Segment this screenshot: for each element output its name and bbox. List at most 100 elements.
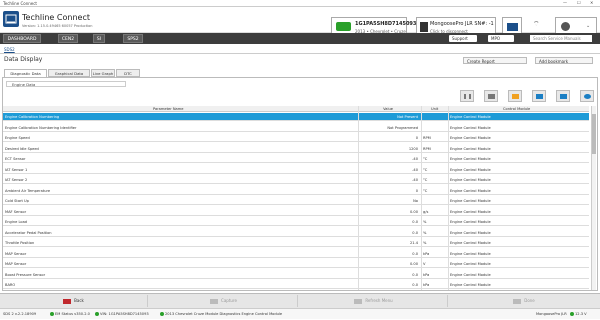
create-report-button[interactable]: Create Report: [463, 57, 527, 64]
cell-parameter-name: MAP Sensor: [5, 262, 27, 266]
table-row[interactable]: Engine Speed 0 RPM Engine Control Module: [3, 134, 589, 142]
cell-unit: °C: [423, 167, 428, 172]
cell-parameter-name: Desired Idle Speed: [5, 146, 39, 151]
header-unit[interactable]: Unit: [431, 106, 438, 112]
cell-parameter-name: Cold Start Up: [5, 199, 29, 203]
grid-header: Parameter Name Value Unit Control Module: [3, 106, 589, 112]
minimize-button[interactable]: —: [563, 0, 567, 5]
cell-control-module: Engine Control Module: [450, 230, 491, 235]
cell-value: 1200: [408, 146, 418, 151]
cell-value: 0.0: [412, 251, 418, 256]
cell-parameter-name: Accelerator Pedal Position: [5, 230, 52, 235]
done-label: Done: [524, 298, 535, 303]
tab-live-graph[interactable]: Live Graph: [91, 69, 115, 77]
cell-unit: kPa: [423, 283, 430, 287]
column-divider: [421, 106, 422, 290]
nav-si[interactable]: SI: [93, 34, 105, 43]
cell-value: 0.0: [412, 283, 418, 287]
cell-parameter-name: Throttle Position: [5, 241, 35, 245]
table-row[interactable]: MAP Sensor 0.0 kPa Engine Control Module: [3, 250, 589, 258]
header-control-module[interactable]: Control Module: [503, 106, 530, 112]
cell-control-module: Engine Control Module: [450, 136, 491, 140]
table-row[interactable]: IAT Sensor 1 -40 °C Engine Control Module: [3, 166, 589, 174]
cell-value: 0: [415, 136, 418, 140]
stop-button[interactable]: [484, 90, 498, 102]
table-row[interactable]: MAP Sensor 0.00 V Engine Control Module: [3, 260, 589, 268]
tab-dtc-display[interactable]: DTC Display: [116, 69, 140, 84]
device-icon: [420, 22, 428, 32]
close-button[interactable]: ✕: [590, 0, 593, 5]
window-title: Techline Connect: [3, 1, 37, 6]
app-title: Techline Connect: [22, 13, 90, 22]
breadcrumb[interactable]: SDS2: [4, 47, 15, 52]
table-row[interactable]: Accelerator Pedal Position 0.0% Engine Con…: [3, 229, 589, 237]
status-device: MongoosePro JLR: [536, 312, 567, 316]
support-dropdown[interactable]: Support: [449, 35, 477, 42]
move-up-button[interactable]: [532, 90, 546, 102]
scrollbar-thumb[interactable]: [592, 114, 596, 154]
table-row[interactable]: Throttle Position 21.4% Engine Control Mod…: [3, 239, 589, 247]
table-row[interactable]: BARO 0.0 kPa Engine Control Module: [3, 281, 589, 289]
cell-unit: g/s: [423, 209, 429, 214]
table-row[interactable]: Engine Load 0.0% Engine Control Module: [3, 218, 589, 226]
grid-scrollbar[interactable]: [591, 106, 596, 290]
add-bookmark-button[interactable]: Add bookmark: [535, 57, 593, 64]
table-row[interactable]: IAT Sensor 2 -40 °C Engine Control Module: [3, 176, 589, 184]
tab-diagnostic-data[interactable]: Diagnostic Data Display: [4, 69, 47, 84]
cell-control-module: Engine Control Module: [450, 241, 491, 245]
cell-unit: kPa: [423, 272, 430, 277]
table-row[interactable]: Ambient Air Temperature 0 °C Engine Control…: [3, 187, 589, 195]
tab-graphical-data[interactable]: Graphical Data Display: [48, 69, 90, 84]
cell-parameter-name: Ambient Air Temperature: [5, 188, 51, 193]
column-divider: [448, 106, 449, 290]
table-row[interactable]: ECT Sensor -40 °C Engine Control Module: [3, 155, 589, 163]
cell-parameter-name: BARO: [5, 283, 16, 287]
cell-control-module: Engine Control Module: [450, 220, 491, 224]
header-value[interactable]: Value: [363, 106, 413, 112]
mpo-dropdown[interactable]: MPO: [488, 35, 514, 42]
cell-control-module: Engine Control Module: [450, 188, 491, 193]
cell-unit: %: [423, 230, 427, 235]
engine-data-selector[interactable]: Engine Data: [6, 81, 126, 87]
cell-value: No: [413, 199, 418, 203]
nav-dashboard[interactable]: DASHBOARD: [3, 34, 41, 43]
column-divider: [358, 106, 359, 290]
cell-control-module: Engine Control Module: [450, 262, 491, 266]
table-row[interactable]: Boost Pressure Sensor 0.0 kPa Engine Contro…: [3, 271, 589, 279]
table-row[interactable]: Cold Start Up No Engine Control Module: [3, 197, 589, 205]
status-sds-version: SDS 2 v.2.2.18909: [3, 312, 37, 316]
cell-parameter-name: Engine Calibration Numbering Identifier: [5, 125, 77, 130]
lock-button[interactable]: [508, 90, 522, 102]
parameter-grid: Parameter Name Value Unit Control Module…: [3, 106, 589, 290]
table-row[interactable]: Desired Idle Speed 1200 RPM Engine Control …: [3, 145, 589, 153]
maximize-button[interactable]: ☐: [577, 0, 581, 5]
status-voltage: 12.3 V: [570, 309, 587, 320]
bottom-action-bar: Back Capture Refresh Menu Done: [0, 293, 600, 308]
cell-control-module: Engine Control Module: [450, 115, 491, 119]
cell-value: 0.0: [412, 220, 418, 224]
nav-sps2[interactable]: SPS2: [123, 34, 143, 43]
refresh-menu-button[interactable]: Refresh Menu: [300, 295, 448, 307]
table-row[interactable]: MAF Sensor 0.00 g/s Engine Control Module: [3, 208, 589, 216]
user-icon: [561, 22, 570, 31]
capture-button[interactable]: Capture: [150, 295, 298, 307]
cell-value: 21.4: [409, 241, 418, 245]
table-row[interactable]: Engine Calibration Numbering Not Present E…: [3, 113, 589, 121]
header-parameter-name[interactable]: Parameter Name: [153, 106, 183, 112]
search-input[interactable]: Search Service Manuals: [530, 35, 592, 42]
back-button[interactable]: Back: [0, 295, 148, 307]
cell-parameter-name: MAF Sensor: [5, 209, 27, 214]
cell-value: 0.0: [412, 230, 418, 235]
cell-value: 0.00: [409, 209, 418, 214]
pause-button[interactable]: [460, 90, 474, 102]
refresh-button[interactable]: [580, 90, 594, 102]
move-down-button[interactable]: [556, 90, 570, 102]
status-bar: SDS 2 v.2.2.18909 EM Status v350.2.0 VIN…: [0, 308, 600, 319]
done-button[interactable]: Done: [450, 295, 598, 307]
chevron-down-icon: ⌄: [586, 23, 591, 29]
nav-cen2[interactable]: CEN2: [58, 34, 78, 43]
table-row[interactable]: Engine Calibration Numbering Identifier N…: [3, 124, 589, 132]
arrow-up-icon: [536, 94, 543, 99]
device-name: MongoosePro JLR SN#: -1: [430, 21, 494, 27]
mpo-label: MPO: [491, 36, 501, 41]
